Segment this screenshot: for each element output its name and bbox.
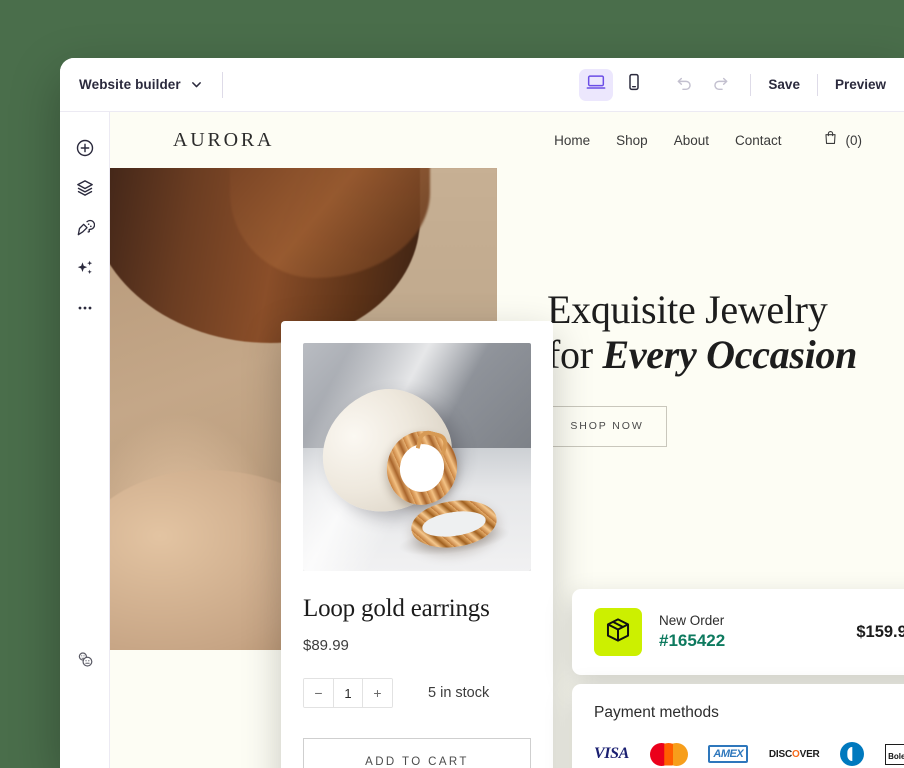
nav-item-home[interactable]: Home [554,133,590,148]
palette-icon [75,218,96,243]
quantity-row: − 1 + 5 in stock [303,678,531,708]
order-icon-tile [594,608,642,656]
history-controls [671,72,733,98]
amex-icon: AMEX [708,743,749,765]
chevron-down-icon [190,78,203,91]
payment-logo-rows: VISA AMEX DISCOVER Boleto [594,739,904,768]
quantity-increase-button[interactable]: + [363,679,392,707]
visa-icon: VISA [594,745,629,762]
desktop-icon [586,72,606,97]
redo-icon [711,73,730,97]
quantity-decrease-button[interactable]: − [304,679,333,707]
top-toolbar: Website builder Save Preview [60,58,904,112]
product-image[interactable] [303,343,531,571]
undo-button[interactable] [671,72,697,98]
hero-headline-line2-prefix: for [547,331,603,377]
quantity-stepper: − 1 + [303,678,393,708]
boleto-icon: Boleto [885,743,904,765]
order-id[interactable]: #165422 [659,631,725,651]
nav-item-shop[interactable]: Shop [616,133,648,148]
workspace-label: Website builder [79,77,181,92]
product-title: Loop gold earrings [303,595,490,622]
styles-button[interactable] [60,210,110,250]
hero-text-block: Exquisite Jewelry for Every Occasion SHO… [547,287,877,447]
payment-methods-title: Payment methods [594,704,719,721]
hero-headline-emphasis: Every Occasion [602,331,858,377]
hero-headline-line1: Exquisite Jewelry [547,287,828,332]
mastercard-icon [649,742,688,766]
undo-icon [675,73,694,97]
stock-status: 5 in stock [428,685,490,701]
sparkles-icon [75,258,95,283]
toolbar-divider-3 [816,73,818,96]
save-button[interactable]: Save [768,77,800,92]
order-amount: $159.99 [856,622,904,641]
site-header: AURORA Home Shop About Contact (0) [110,112,904,168]
collaborators-icon [75,649,96,675]
preview-button[interactable]: Preview [835,77,886,92]
order-label: New Order [659,613,725,628]
site-preview-canvas[interactable]: AURORA Home Shop About Contact (0) Exqui… [110,112,904,768]
desktop-view-button[interactable] [579,68,614,101]
toolbar-actions: Save Preview [579,68,904,101]
mobile-icon [624,72,644,97]
cart-button[interactable]: (0) [822,129,863,151]
ai-assistant-button[interactable] [60,250,110,290]
cart-count: (0) [845,132,863,148]
more-icon [75,298,95,323]
mobile-view-button[interactable] [617,69,651,101]
more-options-button[interactable] [60,290,110,330]
add-to-cart-button[interactable]: ADD TO CART [303,738,531,768]
site-logo[interactable]: AURORA [173,129,274,152]
shopping-bag-icon [822,129,839,151]
workspace-menu[interactable]: Website builder [79,77,203,92]
shop-now-button[interactable]: SHOP NOW [547,405,667,447]
toolbar-divider-2 [750,73,752,96]
quantity-value[interactable]: 1 [333,679,363,707]
redo-button[interactable] [707,72,733,98]
nav-item-contact[interactable]: Contact [735,133,782,148]
plus-circle-icon [75,138,95,163]
new-order-card[interactable]: New Order #165422 $159.99 [572,589,904,675]
diners-club-icon [840,742,865,766]
collaborators-button[interactable] [60,642,110,682]
hero-headline[interactable]: Exquisite Jewelry for Every Occasion [547,287,877,378]
nav-item-about[interactable]: About [674,133,709,148]
package-icon [604,616,632,649]
site-nav: Home Shop About Contact (0) [554,129,862,151]
payment-methods-card: Payment methods VISA AMEX DISCOVER Bole [572,684,904,768]
website-builder-window: Website builder Save Preview AURORA Home… [60,58,904,768]
left-toolbar [60,112,110,768]
discover-icon: DISCOVER [768,748,820,760]
layers-button[interactable] [60,170,110,210]
payment-row-1: VISA AMEX DISCOVER Boleto [594,739,904,768]
product-price: $89.99 [303,637,349,654]
toolbar-divider [221,71,223,98]
product-card: Loop gold earrings $89.99 − 1 + 5 in sto… [281,321,553,768]
layers-icon [75,178,95,203]
add-element-button[interactable] [60,130,110,170]
order-text-block: New Order #165422 [659,613,725,651]
